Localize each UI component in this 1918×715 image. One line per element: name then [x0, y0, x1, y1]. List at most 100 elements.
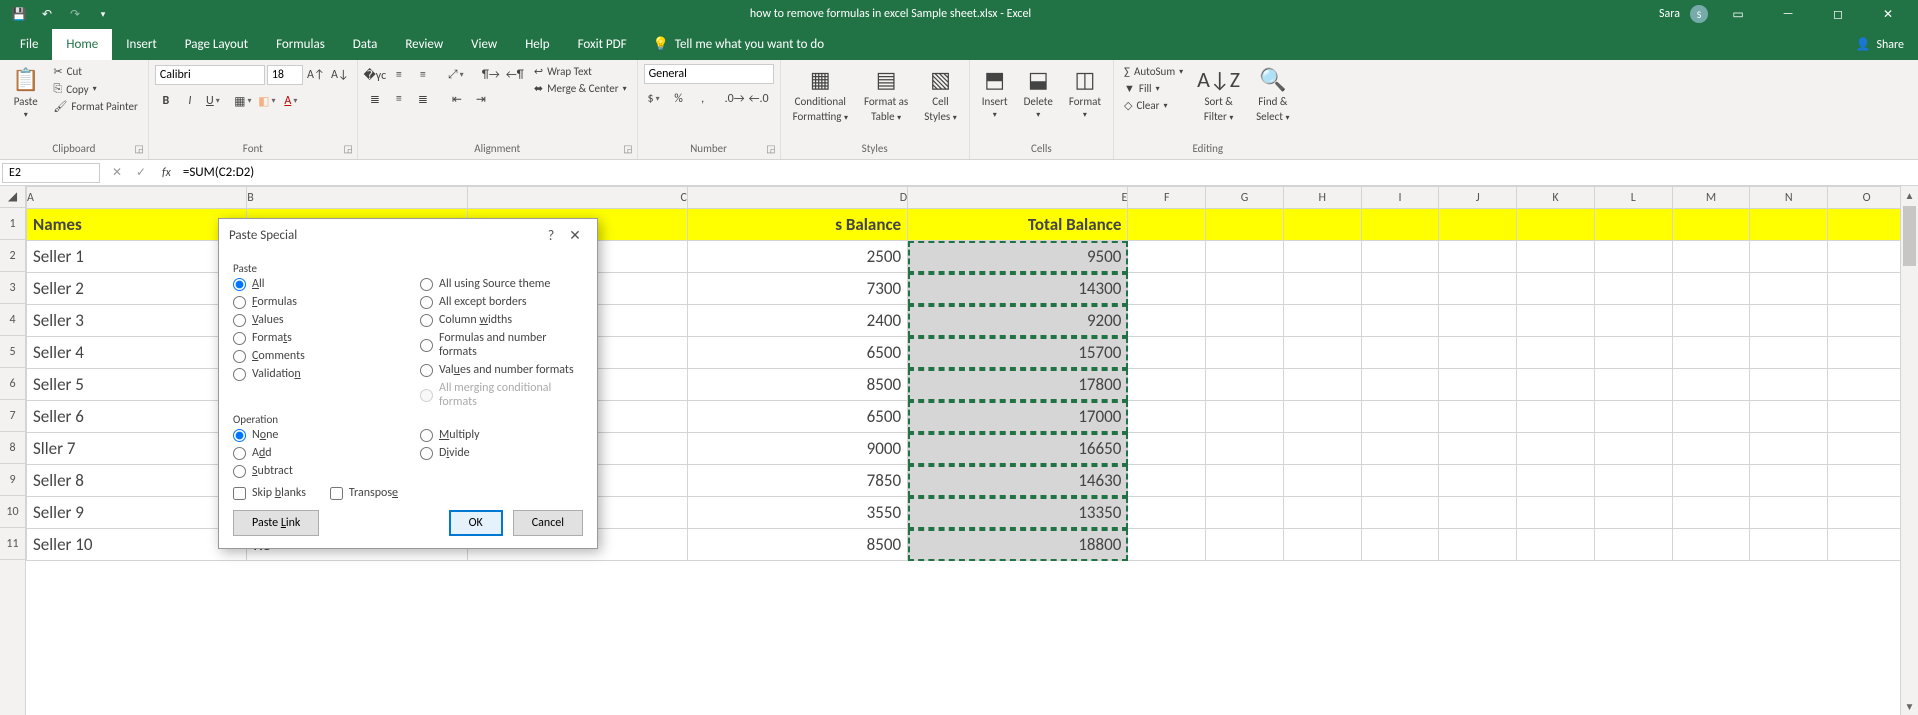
radio-subtract[interactable]: Subtract — [233, 464, 396, 478]
col-header[interactable]: O — [1828, 187, 1900, 209]
font-size-select[interactable] — [267, 65, 303, 85]
bold-button[interactable]: B — [155, 90, 177, 112]
number-launcher-icon[interactable]: ◲ — [766, 142, 775, 155]
radio-all-source-theme[interactable]: All using Source theme — [420, 277, 583, 291]
fill-color-button[interactable]: ◧▾ — [257, 90, 279, 112]
increase-font-icon[interactable]: A↑ — [305, 64, 327, 86]
comma-button[interactable]: , — [692, 88, 714, 110]
cell-styles-button[interactable]: ▧ Cell Styles ▾ — [918, 64, 963, 125]
col-header[interactable]: H — [1283, 187, 1361, 209]
decrease-decimal-icon[interactable]: ←.0 — [748, 88, 770, 110]
col-header[interactable]: E — [908, 187, 1128, 209]
find-select-button[interactable]: 🔍Find &Select ▾ — [1250, 64, 1295, 125]
font-launcher-icon[interactable]: ◲ — [343, 142, 352, 155]
share-button[interactable]: 👤 Share — [1841, 29, 1918, 60]
enter-formula-icon[interactable]: ✓ — [130, 162, 152, 184]
insert-cells-button[interactable]: ⬒Insert▾ — [976, 64, 1014, 122]
tab-foxit[interactable]: Foxit PDF — [564, 29, 641, 60]
row-header[interactable]: 5 — [0, 336, 25, 368]
clipboard-launcher-icon[interactable]: ◲ — [134, 142, 143, 155]
user-name[interactable]: Sara — [1659, 7, 1680, 21]
row-header[interactable]: 2 — [0, 240, 25, 272]
align-left-icon[interactable]: ≣ — [364, 88, 386, 110]
radio-all-except-borders[interactable]: All except borders — [420, 295, 583, 309]
redo-icon[interactable]: ↷ — [64, 3, 86, 25]
number-format-select[interactable] — [644, 64, 774, 84]
scroll-down-icon[interactable]: ▼ — [1901, 697, 1918, 715]
col-header[interactable]: B — [247, 187, 467, 209]
scroll-thumb[interactable] — [1903, 206, 1916, 266]
formula-input[interactable] — [177, 163, 1918, 182]
clear-button[interactable]: ◇Clear▾ — [1120, 98, 1187, 113]
row-header[interactable]: 10 — [0, 496, 25, 528]
close-icon[interactable]: ✕ — [1868, 0, 1908, 28]
name-box[interactable] — [2, 163, 100, 183]
scroll-up-icon[interactable]: ▲ — [1901, 186, 1918, 204]
conditional-formatting-button[interactable]: ▦ Conditional Formatting ▾ — [787, 64, 854, 125]
wrap-text-button[interactable]: ↩Wrap Text — [530, 64, 631, 79]
row-header[interactable]: 7 — [0, 400, 25, 432]
radio-comments[interactable]: Comments — [233, 349, 396, 363]
save-icon[interactable]: 💾 — [8, 3, 30, 25]
italic-button[interactable]: I — [179, 90, 201, 112]
radio-formulas-number-formats[interactable]: Formulas and number formats — [420, 331, 583, 359]
alignment-launcher-icon[interactable]: ◲ — [623, 142, 632, 155]
row-header[interactable]: 1 — [0, 208, 25, 240]
radio-values[interactable]: Values — [233, 313, 396, 327]
sort-filter-button[interactable]: A↓ZSort &Filter ▾ — [1191, 64, 1246, 125]
ok-button[interactable]: OK — [449, 510, 503, 536]
cancel-button[interactable]: Cancel — [513, 510, 583, 536]
col-header[interactable]: L — [1594, 187, 1672, 209]
radio-divide[interactable]: Divide — [420, 446, 583, 460]
fill-button[interactable]: ▼Fill▾ — [1120, 81, 1187, 96]
row-header[interactable]: 8 — [0, 432, 25, 464]
orientation-button[interactable]: ⤢▾ — [446, 64, 468, 86]
col-header[interactable]: M — [1672, 187, 1750, 209]
tab-insert[interactable]: Insert — [112, 29, 171, 60]
align-right-icon[interactable]: ≣ — [412, 88, 434, 110]
col-header[interactable]: F — [1128, 187, 1206, 209]
underline-button[interactable]: U▾ — [203, 90, 225, 112]
col-header[interactable]: I — [1361, 187, 1439, 209]
radio-formats[interactable]: Formats — [233, 331, 396, 345]
radio-formulas[interactable]: Formulas — [233, 295, 396, 309]
maximize-icon[interactable]: ◻ — [1818, 0, 1858, 28]
radio-validation[interactable]: Validation — [233, 367, 396, 381]
user-avatar[interactable]: S — [1690, 5, 1708, 23]
rtl-icon[interactable]: ←¶ — [504, 64, 526, 86]
row-header[interactable]: 4 — [0, 304, 25, 336]
ribbon-display-icon[interactable]: ▭ — [1718, 0, 1758, 28]
increase-decimal-icon[interactable]: .0→ — [724, 88, 746, 110]
cut-button[interactable]: ✂Cut — [49, 64, 141, 79]
increase-indent-icon[interactable]: ⇥ — [470, 88, 492, 110]
tab-data[interactable]: Data — [339, 29, 392, 60]
col-header[interactable]: N — [1750, 187, 1828, 209]
tab-review[interactable]: Review — [391, 29, 457, 60]
tell-me[interactable]: 💡 Tell me what you want to do — [641, 29, 837, 60]
radio-column-widths[interactable]: Column widths — [420, 313, 583, 327]
col-header[interactable]: C — [467, 187, 687, 209]
font-name-select[interactable] — [155, 65, 265, 85]
delete-cells-button[interactable]: ⬓Delete▾ — [1018, 64, 1059, 122]
align-middle-icon[interactable]: ≡ — [388, 64, 410, 86]
radio-multiply[interactable]: Multiply — [420, 428, 583, 442]
dialog-help-icon[interactable]: ? — [539, 227, 563, 244]
ltr-icon[interactable]: ¶→ — [480, 64, 502, 86]
tab-file[interactable]: File — [6, 29, 52, 60]
radio-all[interactable]: All — [233, 277, 396, 291]
merge-center-button[interactable]: ⬌Merge & Center▾ — [530, 81, 631, 96]
check-skip-blanks[interactable]: Skip blanks — [233, 486, 306, 500]
tab-page-layout[interactable]: Page Layout — [171, 29, 262, 60]
align-bottom-icon[interactable]: ≡ — [412, 64, 434, 86]
minimize-icon[interactable]: — — [1768, 0, 1808, 28]
radio-none[interactable]: None — [233, 428, 396, 442]
tab-home[interactable]: Home — [52, 29, 112, 60]
undo-icon[interactable]: ↶ — [36, 3, 58, 25]
copy-button[interactable]: ⎘Copy▾ — [49, 81, 141, 97]
paste-button[interactable]: 📋 Paste ▾ — [6, 64, 45, 122]
format-painter-button[interactable]: 🖌Format Painter — [49, 99, 141, 114]
row-header[interactable]: 11 — [0, 528, 25, 560]
row-header[interactable]: 6 — [0, 368, 25, 400]
format-cells-button[interactable]: ◫Format▾ — [1063, 64, 1107, 122]
col-header[interactable]: D — [687, 187, 907, 209]
